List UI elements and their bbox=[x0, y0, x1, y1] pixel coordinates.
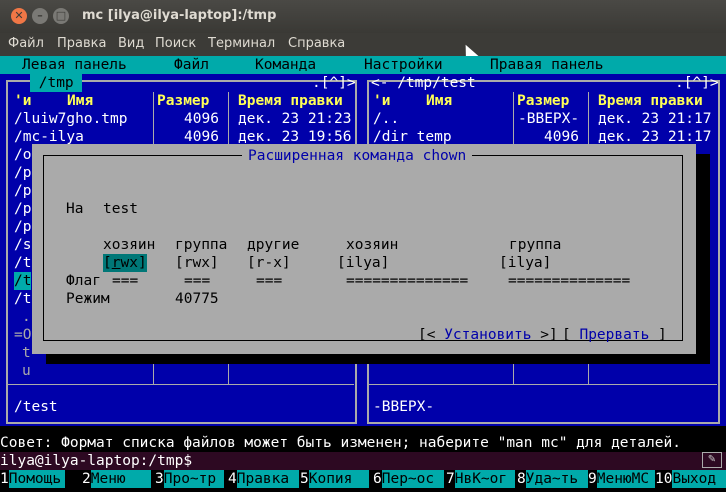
dialog-shadow bbox=[696, 154, 710, 364]
mc-menu-options[interactable]: Настройки bbox=[364, 56, 443, 74]
flag-group2: ============== bbox=[508, 273, 631, 289]
set-button[interactable]: [< Установить >] bbox=[418, 326, 558, 344]
left-misc-text: u bbox=[22, 363, 31, 379]
right-file-time: дек. 23 21:17 bbox=[598, 111, 712, 127]
abort-button[interactable]: [ Прервать ] bbox=[562, 326, 667, 344]
terminal-menubar: Файл Правка Вид Поиск Терминал Справка bbox=[0, 33, 726, 56]
right-col-size[interactable]: Размер bbox=[517, 92, 569, 110]
window-titlebar: ✕ – □ mc [ilya@ilya-laptop]:/tmp bbox=[0, 0, 726, 33]
left-misc-text: =O bbox=[14, 327, 32, 343]
right-panel-path-controls[interactable]: .[^]> bbox=[675, 74, 719, 92]
fkey-move[interactable]: 6Пер~ос bbox=[373, 470, 444, 488]
mode-label: Режим bbox=[66, 291, 110, 307]
maximize-window-button[interactable]: □ bbox=[53, 8, 69, 24]
chown-dialog: Расширенная команда chown На test хозяин… bbox=[32, 144, 696, 354]
menu-help[interactable]: Справка bbox=[288, 35, 345, 53]
mc-menu-file[interactable]: Файл bbox=[174, 56, 209, 74]
fkey-quit[interactable]: 10Выход bbox=[655, 470, 726, 488]
edit-icon[interactable]: ✎ bbox=[702, 452, 722, 468]
hint-line: Совет: Формат списка файлов может быть и… bbox=[0, 434, 726, 452]
left-col-size[interactable]: Размер bbox=[157, 92, 209, 110]
right-col-name[interactable]: Имя bbox=[426, 92, 452, 110]
dialog-title: Расширенная команда chown bbox=[242, 147, 473, 165]
left-file-clipped[interactable]: /o bbox=[14, 146, 31, 164]
right-col-time[interactable]: Время правки bbox=[598, 92, 703, 110]
on-label: На bbox=[66, 201, 84, 217]
dialog-shadow bbox=[46, 354, 710, 364]
right-file-size: -ВВЕРХ- bbox=[518, 111, 580, 127]
left-misc-text: . bbox=[22, 309, 31, 325]
fkey-pulldown[interactable]: 9МенюМС bbox=[588, 470, 655, 488]
left-panel-path-controls[interactable]: .[^]> bbox=[312, 74, 356, 92]
left-file-clipped[interactable]: /p bbox=[14, 164, 31, 182]
group-perm-button[interactable]: [rwx] bbox=[175, 254, 219, 272]
fkey-mkdir[interactable]: 7НвК~ог bbox=[446, 470, 515, 488]
on-value: test bbox=[103, 201, 138, 217]
fkey-edit[interactable]: 4Правка bbox=[228, 470, 299, 488]
flag-label: Флаг bbox=[66, 273, 101, 289]
right-panel-path[interactable]: <- /tmp/test bbox=[371, 74, 476, 92]
left-col-n[interactable]: 'и bbox=[14, 92, 31, 110]
right-mini-divider bbox=[369, 384, 717, 385]
left-file-clipped[interactable]: /p bbox=[14, 218, 31, 236]
fkey-delete[interactable]: 8Уда~ть bbox=[517, 470, 588, 488]
right-panel-footer: -ВВЕРХ- bbox=[373, 399, 435, 415]
window-title: mc [ilya@ilya-laptop]:/tmp bbox=[82, 8, 277, 23]
flag-owner2: ============== bbox=[346, 273, 469, 289]
mc-menu-left-panel[interactable]: Левая панель bbox=[22, 56, 127, 74]
left-panel-path[interactable]: /tmp bbox=[30, 74, 83, 92]
mode-value: 40775 bbox=[175, 291, 219, 307]
col-group-label: группа bbox=[175, 237, 228, 253]
menu-search[interactable]: Поиск bbox=[155, 35, 196, 53]
left-file-clipped[interactable]: /p bbox=[14, 200, 31, 218]
col-owner2-label: хозяин bbox=[346, 237, 399, 253]
left-file-clipped[interactable]: /t bbox=[14, 254, 31, 272]
menu-view[interactable]: Вид bbox=[118, 35, 144, 53]
left-col-time[interactable]: Время правки bbox=[238, 92, 343, 110]
fkey-help[interactable]: 1Помощь bbox=[0, 470, 65, 488]
function-key-bar: 1Помощь 2Меню 3Про~тр 4Правка 5Копия 6Пе… bbox=[0, 470, 726, 488]
left-file-selected[interactable]: /t bbox=[14, 272, 32, 290]
mc-menu-command[interactable]: Команда bbox=[255, 56, 316, 74]
mc-menubar: Левая панель Файл Команда Настройки Прав… bbox=[0, 56, 726, 74]
left-file-clipped[interactable]: /p bbox=[14, 182, 31, 200]
fkey-copy[interactable]: 5Копия bbox=[300, 470, 369, 488]
owner-select-button[interactable]: [ilya] bbox=[337, 254, 389, 272]
other-perm-button[interactable]: [r-x] bbox=[247, 254, 291, 272]
left-file-size: 4096 bbox=[184, 111, 219, 127]
left-col-name[interactable]: Имя bbox=[67, 92, 93, 110]
left-file-time: дек. 23 21:23 bbox=[238, 111, 352, 127]
menu-edit[interactable]: Правка bbox=[57, 35, 106, 53]
col-owner-label: хозяин bbox=[103, 237, 156, 253]
left-file-clipped[interactable]: /t bbox=[14, 290, 31, 308]
flag-owner: === bbox=[112, 273, 139, 289]
left-panel-footer: /test bbox=[14, 399, 58, 415]
right-file-name[interactable]: /.. bbox=[373, 110, 399, 128]
menu-file[interactable]: Файл bbox=[8, 35, 44, 53]
left-file-clipped[interactable]: /s bbox=[14, 236, 31, 254]
terminal[interactable]: Левая панель Файл Команда Настройки Прав… bbox=[0, 56, 726, 492]
group-select-button[interactable]: [ilya] bbox=[499, 254, 551, 272]
menu-terminal[interactable]: Терминал bbox=[208, 35, 275, 53]
flag-other: === bbox=[256, 273, 283, 289]
left-mini-divider bbox=[8, 384, 354, 385]
owner-perm-button[interactable]: [rwx] bbox=[103, 254, 147, 272]
mc-menu-right-panel[interactable]: Правая панель bbox=[490, 56, 604, 74]
fkey-menu[interactable]: 2Меню bbox=[82, 470, 151, 488]
close-window-button[interactable]: ✕ bbox=[11, 8, 27, 24]
fkey-view[interactable]: 3Про~тр bbox=[155, 470, 224, 488]
right-col-n[interactable]: 'и bbox=[373, 92, 390, 110]
minimize-window-button[interactable]: – bbox=[32, 8, 48, 24]
flag-group: === bbox=[184, 273, 211, 289]
command-line[interactable]: ilya@ilya-laptop:/tmp$ bbox=[0, 452, 726, 470]
left-misc-text: t bbox=[22, 345, 31, 361]
left-file-name[interactable]: /luiw7gho.tmp bbox=[14, 110, 128, 128]
col-other-label: другие bbox=[247, 237, 300, 253]
col-group2-label: группа bbox=[509, 237, 562, 253]
